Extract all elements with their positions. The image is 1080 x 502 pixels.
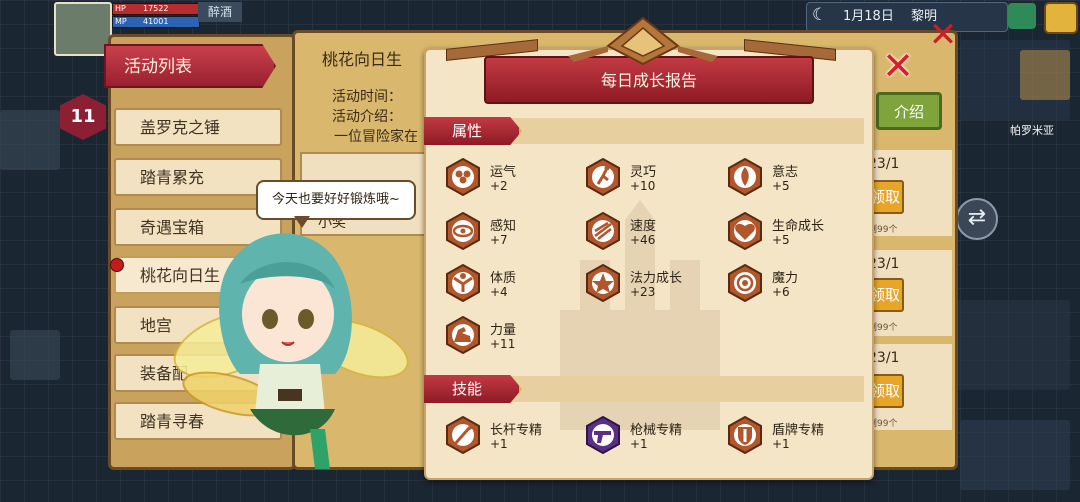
skill-name: 盾牌专精 xyxy=(772,423,825,438)
attribute-value: +5 xyxy=(772,233,790,247)
spear-icon xyxy=(446,416,480,454)
date-text: 1月18日 xyxy=(843,9,894,24)
event-time-label: 活动时间： xyxy=(332,89,402,105)
gun-icon xyxy=(586,416,620,454)
event-intro-label: 活动介绍： xyxy=(332,109,402,125)
mp-bar: MP 41001 xyxy=(112,16,200,28)
npc-name-label: 帕罗米亚 xyxy=(1010,124,1054,137)
attribute-name: 力量 xyxy=(490,323,517,338)
attribute-name: 生命成长 xyxy=(772,219,825,234)
notification-dot xyxy=(110,258,124,272)
attribute-value: +2 xyxy=(490,179,508,193)
muscle-icon xyxy=(446,316,480,354)
eye-icon xyxy=(446,212,480,250)
status-tag: 醉酒 xyxy=(198,2,242,22)
activity-item[interactable]: 盖罗克之锤 xyxy=(114,108,282,146)
date-display: 1月18日 黎明 xyxy=(806,2,1008,32)
runner-icon xyxy=(586,158,620,196)
mp-label: MP xyxy=(115,17,127,26)
world-decoration xyxy=(1020,50,1070,100)
event-description: 一位冒险家在 xyxy=(334,129,418,145)
attribute-name: 法力成长 xyxy=(630,271,683,286)
attribute-value: +6 xyxy=(772,285,790,299)
attribute-value: +23 xyxy=(630,285,656,299)
flame-icon xyxy=(728,158,762,196)
skill-item: 枪械专精 +1 xyxy=(584,416,724,456)
fairy-guide-character xyxy=(173,233,409,469)
world-decoration xyxy=(0,110,60,170)
world-decoration xyxy=(10,330,60,380)
attribute-value: +11 xyxy=(490,337,516,351)
attribute-value: +10 xyxy=(630,179,656,193)
attribute-item: 感知 +7 xyxy=(444,212,584,252)
swirl-icon xyxy=(728,264,762,302)
clover-icon xyxy=(446,158,480,196)
attribute-name: 感知 xyxy=(490,219,517,234)
exit-icon[interactable] xyxy=(1044,2,1078,34)
speech-bubble-tail xyxy=(294,216,310,228)
player-avatar[interactable] xyxy=(54,2,112,56)
attribute-item: 法力成长 +23 xyxy=(584,264,724,304)
attribute-value: +5 xyxy=(772,179,790,193)
hp-bar: HP 17522 xyxy=(112,3,200,15)
shield-icon xyxy=(728,416,762,454)
skills-section-header: 技能 xyxy=(424,375,522,403)
reward-progress: 23/1 xyxy=(868,350,900,366)
close-icon[interactable]: ✕ xyxy=(880,47,916,85)
attributes-section-header: 属性 xyxy=(424,117,522,145)
speed-icon xyxy=(586,212,620,250)
attribute-item: 生命成长 +5 xyxy=(726,212,866,252)
skill-value: +1 xyxy=(490,437,508,451)
body-icon xyxy=(446,264,480,302)
attribute-value: +46 xyxy=(630,233,656,247)
swap-arrows-icon[interactable]: ⇄ xyxy=(956,198,998,240)
attribute-item: 速度 +46 xyxy=(584,212,724,252)
attribute-name: 魔力 xyxy=(772,271,799,286)
skill-item: 盾牌专精 +1 xyxy=(726,416,866,456)
hp-value: 17522 xyxy=(143,4,169,13)
world-decoration xyxy=(950,300,1070,390)
world-decoration xyxy=(960,420,1070,490)
pentagram-icon xyxy=(586,264,620,302)
hp-label: HP xyxy=(115,4,126,13)
skill-item: 长杆专精 +1 xyxy=(444,416,584,456)
event-title: 桃花向日生 xyxy=(322,50,403,69)
crest-ornament xyxy=(568,16,718,66)
reward-progress: 23/1 xyxy=(868,256,900,272)
attribute-item: 运气 +2 xyxy=(444,158,584,198)
skill-name: 长杆专精 xyxy=(490,423,543,438)
attribute-item: 意志 +5 xyxy=(726,158,866,198)
attribute-name: 意志 xyxy=(772,165,799,180)
attribute-item: 灵巧 +10 xyxy=(584,158,724,198)
attribute-name: 运气 xyxy=(490,165,517,180)
mp-value: 41001 xyxy=(143,17,169,26)
attribute-item: 力量 +11 xyxy=(444,316,584,356)
skill-value: +1 xyxy=(772,437,790,451)
attribute-item: 魔力 +6 xyxy=(726,264,866,304)
attribute-name: 速度 xyxy=(630,219,657,234)
attribute-name: 灵巧 xyxy=(630,165,657,180)
attribute-item: 体质 +4 xyxy=(444,264,584,304)
fairy-speech-bubble: 今天也要好好锻炼哦~ xyxy=(256,180,416,220)
attribute-value: +4 xyxy=(490,285,508,299)
world-map-icon[interactable] xyxy=(1008,3,1036,29)
skill-value: +1 xyxy=(630,437,648,451)
close-icon[interactable]: ✕ xyxy=(926,18,960,52)
activity-list-header: 活动列表 xyxy=(104,44,276,88)
heart-icon xyxy=(728,212,762,250)
attribute-value: +7 xyxy=(490,233,508,247)
moon-icon: ☾ xyxy=(812,5,828,25)
attribute-name: 体质 xyxy=(490,271,517,286)
skill-name: 枪械专精 xyxy=(630,423,683,438)
reward-progress: 23/1 xyxy=(868,156,900,172)
intro-button[interactable]: 介绍 xyxy=(876,92,942,130)
